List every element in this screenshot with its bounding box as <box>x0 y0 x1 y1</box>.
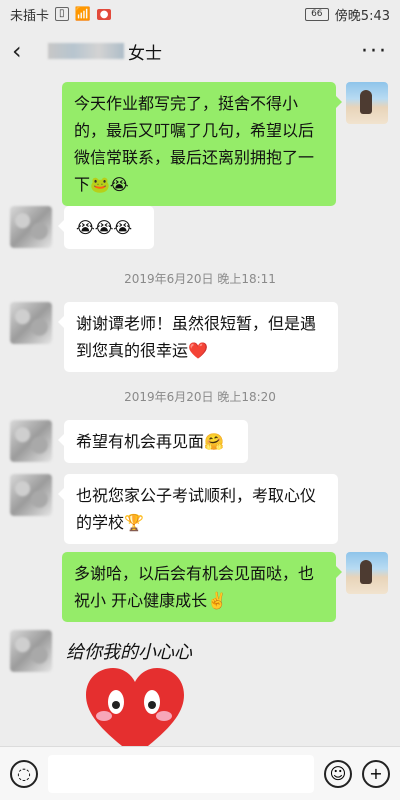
clock: 傍晚5:43 <box>334 8 390 24</box>
status-bar: 未插卡 ▯ 📶 ● 66 傍晚5:43 <box>0 0 400 28</box>
chat-history: 今天作业都写完了，挺舍不得小 的，最后又叮嘱了几句，希望以后 微信常联系，最后还… <box>0 74 400 746</box>
message-line: 也祝您家公子考试顺利，考取心仪 <box>76 486 317 505</box>
status-left: 未插卡 ▯ 📶 ● <box>10 5 112 24</box>
contact-avatar[interactable] <box>10 302 52 344</box>
message-line: 希望有机会再见面🤗 <box>76 432 224 451</box>
message-input[interactable] <box>48 754 314 793</box>
self-avatar[interactable] <box>346 552 388 594</box>
voice-icon[interactable]: ◌ <box>10 759 38 788</box>
carrier-label: 未插卡 <box>10 8 50 24</box>
message-timestamp: 2019年6月20日 晚上18:11 <box>124 272 276 286</box>
notification-icon: ● <box>96 8 112 20</box>
message-bubble[interactable]: 多谢哈，以后会有机会见面哒，也 祝小 开心健康成长✌️ <box>62 552 342 622</box>
title-wrap: 女士 <box>42 39 361 64</box>
sim-icon: ▯ <box>55 7 69 21</box>
more-dots-icon[interactable]: ··· <box>361 39 388 64</box>
contact-avatar[interactable] <box>10 630 52 672</box>
message-bubble[interactable]: 谢谢谭老师！虽然很短暂，但是遇 到您真的很幸运❤️ <box>58 302 338 372</box>
message-bubble[interactable]: 😭😭😭 <box>58 206 154 249</box>
message-line: 到您真的很幸运❤️ <box>76 341 208 360</box>
message-line: 祝小 开心健康成长✌️ <box>74 591 228 610</box>
self-avatar[interactable] <box>346 82 388 124</box>
back-arrow-icon[interactable]: ‹ <box>12 37 42 65</box>
contact-avatar[interactable] <box>10 420 52 462</box>
message-timestamp: 2019年6月20日 晚上18:20 <box>124 390 276 404</box>
message-bubble[interactable]: 希望有机会再见面🤗 <box>58 420 248 463</box>
title-redacted <box>48 43 124 59</box>
input-bar: ◌ ☺ + <box>0 746 400 800</box>
message-bubble[interactable]: 也祝您家公子考试顺利，考取心仪 的学校🏆 <box>58 474 338 544</box>
chat-title: 女士 <box>128 43 162 64</box>
status-right: 66 傍晚5:43 <box>304 5 390 24</box>
chat-header: ‹ 女士 ··· <box>0 28 400 74</box>
message-line: 谢谢谭老师！虽然很短暂，但是遇 <box>76 314 317 333</box>
message-line: 的，最后又叮嘱了几句，希望以后 <box>74 121 315 140</box>
message-line: 😭😭😭 <box>76 218 133 237</box>
message-line: 的学校🏆 <box>76 513 144 532</box>
message-line: 下🐸😭 <box>74 175 129 194</box>
contact-avatar[interactable] <box>10 474 52 516</box>
heart-icon <box>86 668 184 746</box>
message-bubble[interactable]: 今天作业都写完了，挺舍不得小 的，最后又叮嘱了几句，希望以后 微信常联系，最后还… <box>62 82 342 206</box>
emoji-icon[interactable]: ☺ <box>324 759 352 788</box>
wifi-icon: 📶 <box>74 6 91 22</box>
message-line: 多谢哈，以后会有机会见面哒，也 <box>74 564 315 583</box>
message-line: 微信常联系，最后还离别拥抱了一 <box>74 148 315 167</box>
battery-icon: 66 <box>304 7 329 21</box>
heart-sticker[interactable] <box>80 664 190 746</box>
contact-avatar[interactable] <box>10 206 52 248</box>
message-line: 今天作业都写完了，挺舍不得小 <box>74 94 299 113</box>
sticker-caption: 给你我的小心心 <box>66 642 192 663</box>
plus-icon[interactable]: + <box>362 759 390 788</box>
